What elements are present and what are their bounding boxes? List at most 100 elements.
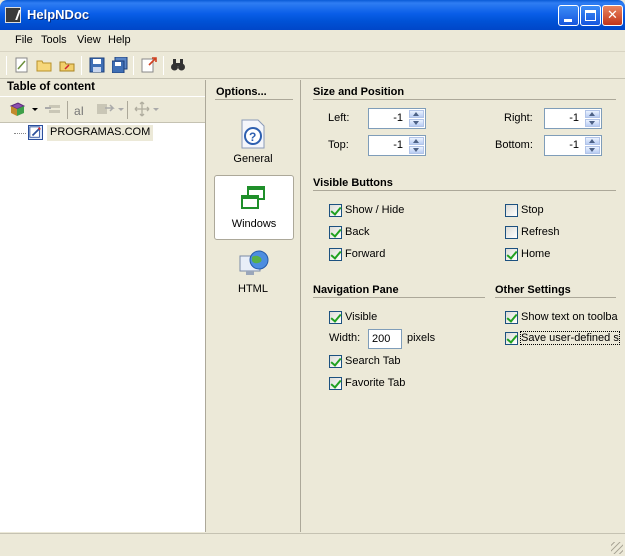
option-windows[interactable]: Windows [214, 175, 294, 240]
status-bar [0, 533, 625, 556]
checkbox-show-text-toolbar[interactable] [505, 311, 518, 324]
section-divider [313, 99, 616, 100]
width-unit-label: pixels [407, 332, 436, 344]
close-icon: ✕ [607, 7, 618, 22]
section-divider [313, 297, 485, 298]
rename-icon[interactable]: aI [73, 102, 91, 118]
option-label: Windows [231, 218, 277, 230]
width-field[interactable]: 200 [368, 329, 402, 349]
remove-topic-icon[interactable] [44, 102, 62, 118]
section-divider [313, 190, 616, 191]
dropdown-arrow-icon[interactable] [32, 108, 38, 111]
checkbox-label: Home [521, 248, 551, 260]
toolbar-separator [163, 56, 164, 75]
maximize-icon [585, 10, 596, 21]
right-value: -1 [569, 112, 579, 124]
checkbox-label: Search Tab [345, 355, 401, 367]
spin-down-icon[interactable] [585, 146, 600, 154]
checkbox-label: Back [345, 226, 370, 238]
toolbar-separator [127, 101, 128, 119]
toolbar-separator [67, 101, 68, 119]
checkbox-forward[interactable] [329, 248, 342, 261]
help-document-icon: ? [241, 119, 265, 149]
checkbox-label: Favorite Tab [345, 377, 406, 389]
option-general[interactable]: ? General [214, 116, 294, 181]
checkbox-home[interactable] [505, 248, 518, 261]
move-icon[interactable] [96, 102, 116, 118]
left-label: Left: [328, 112, 350, 124]
section-divider [495, 297, 616, 298]
options-divider [215, 99, 293, 100]
option-html[interactable]: HTML [214, 245, 294, 310]
checkbox-visible[interactable] [329, 311, 342, 324]
right-label: Right: [504, 112, 533, 124]
bottom-value: -1 [569, 139, 579, 151]
checkbox-label: Save user-defined s [520, 331, 620, 345]
section-title-visible-buttons: Visible Buttons [313, 177, 393, 189]
top-value: -1 [393, 139, 403, 151]
bottom-label: Bottom: [495, 139, 533, 151]
spin-up-icon[interactable] [409, 137, 424, 145]
dropdown-arrow-icon[interactable] [118, 108, 124, 111]
right-stepper[interactable]: -1 [544, 108, 602, 129]
maximize-button[interactable] [580, 5, 601, 26]
options-panel: Options... ? General Windows HTML [207, 80, 301, 532]
option-label: General [233, 153, 273, 165]
open-folder-icon[interactable] [36, 57, 52, 73]
left-stepper[interactable]: -1 [368, 108, 426, 129]
bottom-stepper[interactable]: -1 [544, 135, 602, 156]
resize-grip-icon[interactable] [611, 542, 623, 554]
spin-down-icon[interactable] [409, 119, 424, 127]
minimize-icon [564, 19, 572, 22]
compile-icon[interactable] [141, 57, 157, 73]
save-all-icon[interactable] [112, 57, 128, 73]
close-button[interactable]: ✕ [602, 5, 623, 26]
left-value: -1 [393, 112, 403, 124]
toc-toolbar: aI [0, 97, 205, 123]
add-topic-icon[interactable] [9, 102, 25, 118]
topic-edit-icon [28, 125, 43, 140]
find-icon[interactable] [170, 57, 186, 73]
checkbox-label: Show text on toolba [521, 311, 618, 323]
html-globe-icon [239, 250, 269, 275]
checkbox-back[interactable] [329, 226, 342, 239]
checkbox-favorite-tab[interactable] [329, 377, 342, 390]
option-label: HTML [238, 283, 268, 295]
spin-down-icon[interactable] [409, 146, 424, 154]
new-project-icon[interactable] [14, 57, 30, 73]
spin-up-icon[interactable] [585, 137, 600, 145]
minimize-button[interactable] [558, 5, 579, 26]
menu-help[interactable]: Help [108, 34, 131, 46]
tree-connector [14, 133, 26, 134]
svg-text:aI: aI [74, 104, 84, 118]
checkbox-stop[interactable] [505, 204, 518, 217]
save-icon[interactable] [89, 57, 105, 73]
spin-up-icon[interactable] [409, 110, 424, 118]
checkbox-search-tab[interactable] [329, 355, 342, 368]
svg-text:?: ? [249, 130, 256, 144]
section-title-navigation-pane: Navigation Pane [313, 284, 399, 296]
checkbox-label: Visible [345, 311, 378, 323]
top-label: Top: [328, 139, 349, 151]
app-icon[interactable] [5, 7, 21, 23]
spin-down-icon[interactable] [585, 119, 600, 127]
checkbox-show-hide[interactable] [329, 204, 342, 217]
top-stepper[interactable]: -1 [368, 135, 426, 156]
checkbox-label: Stop [521, 204, 544, 216]
open-recent-icon[interactable] [59, 57, 75, 73]
title-bar: HelpNDoc ✕ [0, 0, 625, 30]
menu-file[interactable]: File [15, 34, 33, 46]
checkbox-label: Refresh [521, 226, 560, 238]
spin-up-icon[interactable] [585, 110, 600, 118]
arrows-icon[interactable] [134, 101, 150, 117]
checkbox-save-user-defined[interactable] [505, 332, 518, 345]
menu-bar: File Tools View Help [0, 30, 625, 52]
checkbox-refresh[interactable] [505, 226, 518, 239]
width-label: Width: [329, 332, 361, 344]
main-toolbar [0, 52, 625, 79]
menu-view[interactable]: View [77, 34, 101, 46]
tree-item-label[interactable]: PROGRAMAS.COM [47, 125, 154, 141]
checkbox-label: Forward [345, 248, 386, 260]
dropdown-arrow-icon[interactable] [153, 108, 159, 111]
menu-tools[interactable]: Tools [41, 34, 67, 46]
